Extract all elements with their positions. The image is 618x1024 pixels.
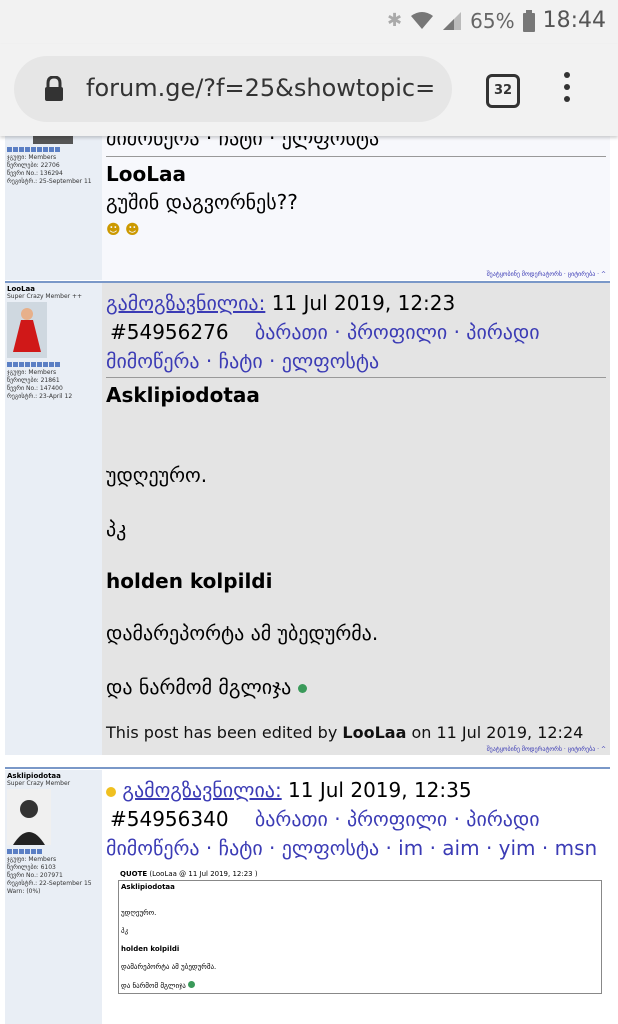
edit-note-author: LooLaa xyxy=(342,723,407,742)
quote-header: QUOTE xyxy=(120,870,148,878)
rank-pips xyxy=(5,360,102,369)
profile-links[interactable]: ბარათი · პროფილი · პირადი xyxy=(255,807,540,831)
post-header: გამოგზავნილია: 11 Jul 2019, 12:23 #54956… xyxy=(106,289,606,376)
post-smiley-icon xyxy=(106,786,116,797)
rank-pips xyxy=(5,847,102,856)
battery-icon xyxy=(522,9,535,32)
post-separator xyxy=(5,767,610,769)
warn-level[interactable]: Warn: (0%) xyxy=(5,888,102,896)
post-text-line: holden kolpildi xyxy=(106,569,273,593)
signal-icon xyxy=(443,11,462,30)
avatar xyxy=(7,789,51,845)
bluetooth-icon: ✱ xyxy=(387,10,403,31)
username[interactable]: Asklipiodotaa xyxy=(5,770,102,780)
registered-date: რეგისტრ.: 22-September 15 xyxy=(7,880,92,887)
messaging-links[interactable]: მიმოწერა · ჩატი · ელფოსტა xyxy=(106,349,379,373)
member-number: წევრი No.: 207971 xyxy=(7,872,63,879)
quote-author: Asklipiodotaa xyxy=(121,883,175,891)
edit-note-date: on 11 Jul 2019, 12:24 xyxy=(411,723,584,742)
smiley-icon xyxy=(188,981,196,988)
avatar xyxy=(7,302,47,358)
user-title: Super Crazy Member xyxy=(7,780,71,787)
username[interactable]: LooLaa xyxy=(5,283,102,293)
user-title: Super Crazy Member ++ xyxy=(7,293,83,300)
forum-page: ჯგუფი: Members წერილები: 22706 წევრი No.… xyxy=(0,136,618,1024)
quote-line: დამარეპორტა ამ უბედურმა. xyxy=(121,963,217,971)
member-group: ჯგუფი: Members xyxy=(7,154,57,161)
quote-block: Asklipiodotaa უდღეურო. პკ holden kolpild… xyxy=(118,880,602,994)
post-id-link[interactable]: #54956340 xyxy=(110,807,229,831)
post-body: გამოგზავნილია: 11 Jul 2019, 12:23 #54956… xyxy=(102,283,610,755)
member-group: ჯგუფი: Members xyxy=(7,856,57,863)
quote-line: პკ xyxy=(121,927,129,935)
url-text[interactable]: forum.ge/?f=25&showtopic= xyxy=(86,74,450,102)
quote-line: და ნარმომ მგლიჯა xyxy=(121,981,196,990)
post-author-panel: ჯგუფი: Members წერილები: 22706 წევრი No.… xyxy=(5,136,102,280)
emoji-icon: ☻ ☻ xyxy=(106,222,140,238)
post-footer-links[interactable]: შეატყობინე მოდერატორს · ციტირება · ^ xyxy=(487,746,606,753)
registered-date: რეგისტრ.: 25-September 11 xyxy=(7,178,92,185)
post-header: გამოგზავნილია: 11 Jul 2019, 12:35 #54956… xyxy=(106,776,616,863)
rank-pips xyxy=(5,144,102,154)
lock-icon xyxy=(45,76,63,101)
registered-date: რეგისტრ.: 23-April 12 xyxy=(7,393,73,400)
edit-note: This post has been edited by LooLaa on 1… xyxy=(106,723,583,742)
battery-percent: 65% xyxy=(470,8,515,33)
more-menu-icon[interactable] xyxy=(562,72,572,108)
divider xyxy=(106,156,606,157)
quote-line: holden kolpildi xyxy=(121,945,180,953)
post-text-line-5: და ნარმომ მგლიჯა xyxy=(106,675,292,699)
edit-note-prefix: This post has been edited by xyxy=(106,723,338,742)
post-text-line: უდღეურო. xyxy=(106,463,208,487)
sent-label[interactable]: გამოგზავნილია: xyxy=(122,778,281,802)
avatar xyxy=(33,136,73,144)
quote-meta: (LooLaa @ 11 Jul 2019, 12:23 ) xyxy=(149,870,258,878)
quote-line-5: და ნარმომ მგლიჯა xyxy=(121,982,186,990)
post-count: წერილები: 21861 xyxy=(7,377,60,384)
smiley-icon xyxy=(297,684,307,693)
address-bar[interactable]: forum.ge/?f=25&showtopic= xyxy=(14,56,452,122)
member-number: წევრი No.: 147400 xyxy=(7,385,63,392)
post-text-line: პკ xyxy=(106,517,127,541)
post-body: გამოგზავნილია: 11 Jul 2019, 12:35 #54956… xyxy=(102,770,610,1024)
post-body: მიმოწერა · ჩატი · ელფოსტა LooLaa გუშინ დ… xyxy=(102,136,610,280)
clock: 18:44 xyxy=(542,8,606,33)
tab-switcher-button[interactable]: 32 xyxy=(486,74,520,108)
quoted-author: LooLaa xyxy=(106,162,186,186)
status-bar: ✱ 65% 18:44 xyxy=(0,0,618,44)
post-count: წერილები: 22706 xyxy=(7,162,60,169)
wifi-icon xyxy=(411,11,434,29)
browser-toolbar: forum.ge/?f=25&showtopic= 32 xyxy=(0,44,618,136)
post-header-links[interactable]: მიმოწერა · ჩატი · ელფოსტა xyxy=(106,136,379,153)
post-text-line: და ნარმომ მგლიჯა xyxy=(106,673,307,702)
member-group: ჯგუფი: Members xyxy=(7,369,57,376)
messaging-links[interactable]: მიმოწერა · ჩატი · ელფოსტა · im · aim · y… xyxy=(106,836,597,860)
profile-links[interactable]: ბარათი · პროფილი · პირადი xyxy=(255,320,540,344)
post-id-link[interactable]: #54956276 xyxy=(110,320,229,344)
quoted-author: Asklipiodotaa xyxy=(106,383,260,407)
post-count: წერილები: 6103 xyxy=(7,864,56,871)
post-date: 11 Jul 2019, 12:23 xyxy=(271,291,456,315)
post-date: 11 Jul 2019, 12:35 xyxy=(288,778,472,802)
member-number: წევრი No.: 136294 xyxy=(7,170,63,177)
sent-label[interactable]: გამოგზავნილია: xyxy=(106,291,265,315)
post-footer-links[interactable]: შეატყობინე მოდერატორს · ციტირება · ^ xyxy=(487,271,606,278)
post-author-panel: Asklipiodotaa Super Crazy Member ჯგუფი: … xyxy=(5,770,102,1024)
status-icons: ✱ 65% 18:44 xyxy=(387,8,606,33)
post-text: გუშინ დაგვორნეს?? xyxy=(106,190,298,214)
quote-label: QUOTE (LooLaa @ 11 Jul 2019, 12:23 ) xyxy=(120,870,258,878)
post-text-line: დამარეპორტა ამ უბედურმა. xyxy=(106,621,379,645)
divider xyxy=(106,377,606,378)
post-author-panel: LooLaa Super Crazy Member ++ ჯგუფი: Memb… xyxy=(5,283,102,755)
quote-line: უდღეურო. xyxy=(121,909,157,917)
